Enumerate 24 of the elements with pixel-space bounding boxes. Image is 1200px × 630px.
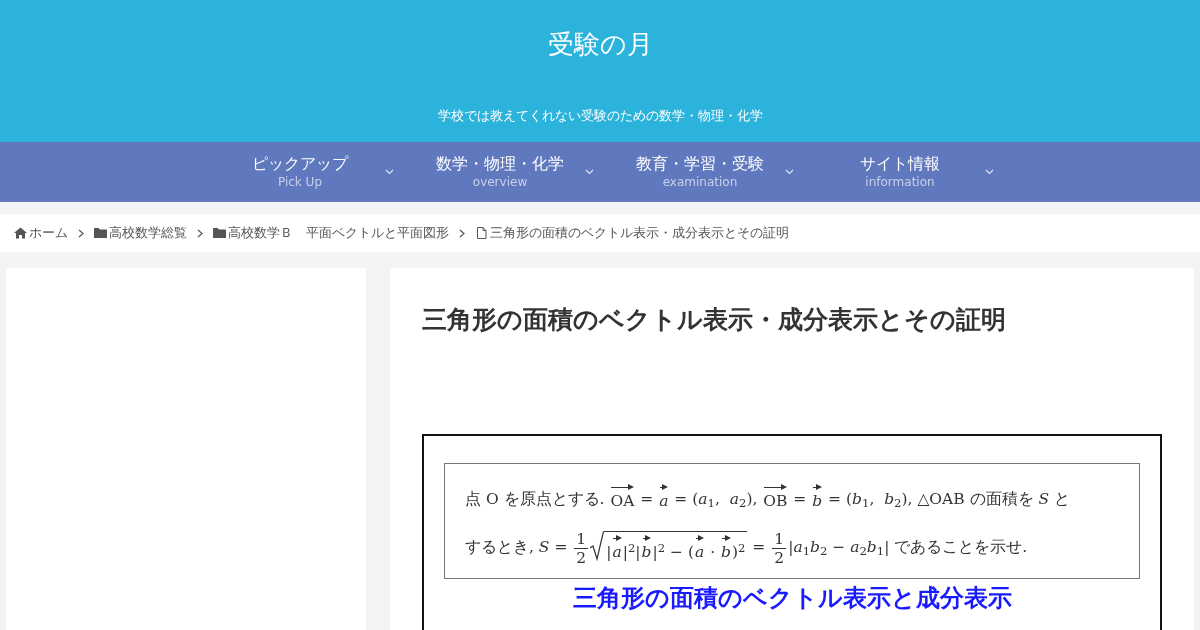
article-title: 三角形の面積のベクトル表示・成分表示とその証明	[422, 304, 1007, 336]
folder-icon	[94, 227, 107, 239]
nav-item[interactable]: 教育・学習・受験 examination	[600, 142, 800, 202]
chevron-down-icon	[985, 169, 994, 175]
site-title[interactable]: 受験の月	[547, 0, 653, 62]
section-heading: 三角形の面積のベクトル表示と成分表示	[571, 583, 1013, 613]
nav-item[interactable]: サイト情報 information	[800, 142, 1000, 202]
breadcrumb-link[interactable]: 高校数学総覧	[109, 223, 187, 243]
chevron-right-icon	[78, 228, 84, 238]
chevron-down-icon	[385, 169, 394, 175]
nav-item[interactable]: 数学・物理・化学 overview	[400, 142, 600, 202]
chevron-right-icon	[459, 228, 465, 238]
document-icon	[475, 227, 488, 239]
chevron-right-icon	[197, 228, 203, 238]
nav-item[interactable]: ピックアップ Pick Up	[200, 142, 400, 202]
home-icon	[14, 227, 27, 239]
breadcrumb-link[interactable]: 高校数学Ｂ 平面ベクトルと平面図形	[228, 223, 449, 243]
folder-icon	[213, 227, 226, 239]
breadcrumb-link[interactable]: ホーム	[29, 223, 68, 243]
site-tagline: 学校では教えてくれない受験のための数学・物理・化学	[437, 107, 763, 125]
chevron-down-icon	[785, 169, 794, 175]
radical-sign-icon	[590, 531, 605, 562]
problem-text: 点 O を原点とする. OA = a = (a$_{1}$, a$_{2}$), OB = b = (b$_{1}$, b$_{2}$), △OAB の面積を S と	[465, 476, 1119, 524]
chevron-down-icon	[585, 169, 594, 175]
